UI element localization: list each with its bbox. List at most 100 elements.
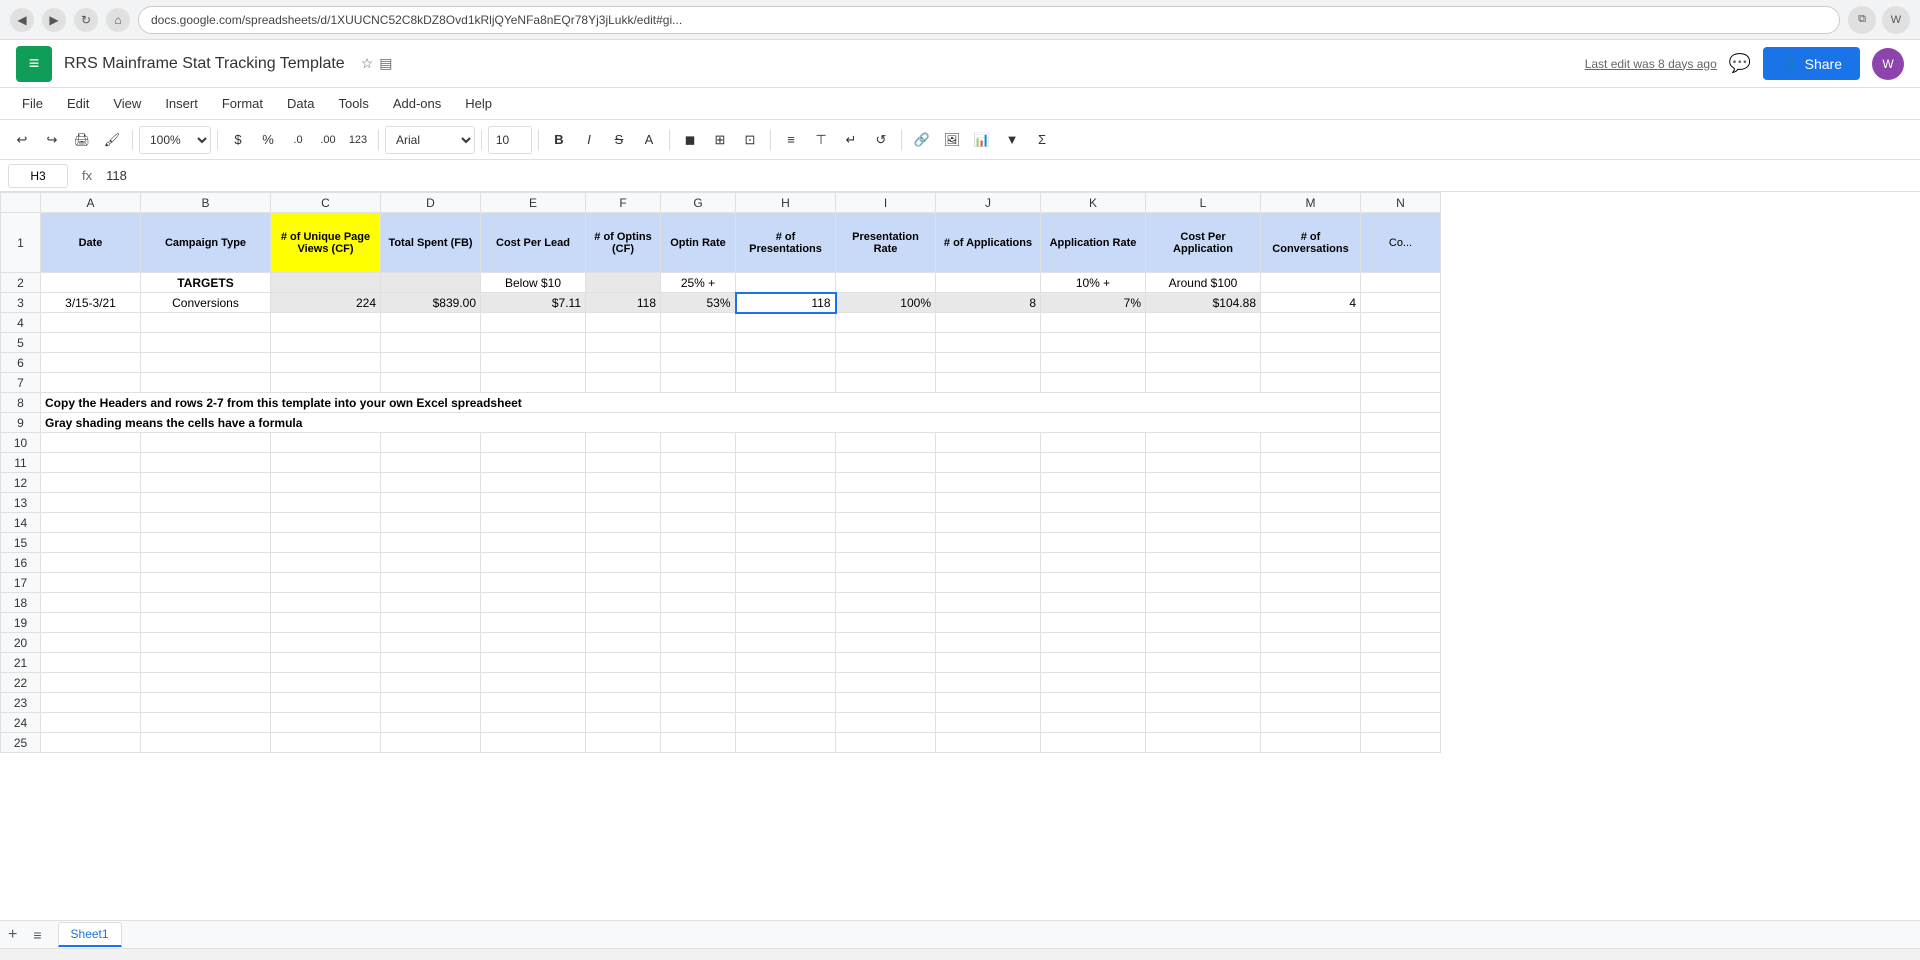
cell-e2[interactable]: Below $10 [481, 273, 586, 293]
fill-color-button[interactable]: ◼ [676, 126, 704, 154]
cell-h3[interactable]: 118 [736, 293, 836, 313]
cell-j3[interactable]: 8 [936, 293, 1041, 313]
cell-n3[interactable] [1361, 293, 1441, 313]
font-select[interactable]: Arial [385, 126, 475, 154]
function-button[interactable]: Σ [1028, 126, 1056, 154]
col-header-d[interactable]: D [381, 193, 481, 213]
paint-format-button[interactable]: 🖌 [98, 126, 126, 154]
cell-d1[interactable]: Total Spent (FB) [381, 213, 481, 273]
formula-input[interactable] [106, 164, 1912, 188]
decimal-inc-button[interactable]: .00 [314, 126, 342, 154]
col-header-h[interactable]: H [736, 193, 836, 213]
spreadsheet-table-wrapper[interactable]: A B C D E F G H I J K L M N [0, 192, 1920, 920]
cell-i3[interactable]: 100% [836, 293, 936, 313]
row-header-8[interactable]: 8 [1, 393, 41, 413]
col-header-i[interactable]: I [836, 193, 936, 213]
chart-button[interactable]: 📊 [968, 126, 996, 154]
currency-button[interactable]: $ [224, 126, 252, 154]
menu-insert[interactable]: Insert [155, 92, 208, 115]
cell-j1[interactable]: # of Applications [936, 213, 1041, 273]
row-header-7[interactable]: 7 [1, 373, 41, 393]
cell-e1[interactable]: Cost Per Lead [481, 213, 586, 273]
menu-format[interactable]: Format [212, 92, 273, 115]
cell-f2[interactable] [586, 273, 661, 293]
row-header-3[interactable]: 3 [1, 293, 41, 313]
cell-n1[interactable]: Co... [1361, 213, 1441, 273]
cell-d3[interactable]: $839.00 [381, 293, 481, 313]
add-sheet-button[interactable]: + [8, 926, 17, 944]
valign-button[interactable]: ⊤ [807, 126, 835, 154]
sheets-menu-button[interactable]: ≡ [33, 927, 41, 943]
filter-button[interactable]: ▼ [998, 126, 1026, 154]
merge-button[interactable]: ⊡ [736, 126, 764, 154]
cell-a3[interactable]: 3/15-3/21 [41, 293, 141, 313]
cell-a1[interactable]: Date [41, 213, 141, 273]
link-button[interactable]: 🔗 [908, 126, 936, 154]
col-header-n[interactable]: N [1361, 193, 1441, 213]
text-color-button[interactable]: A [635, 126, 663, 154]
row-header-2[interactable]: 2 [1, 273, 41, 293]
col-header-a[interactable]: A [41, 193, 141, 213]
col-header-m[interactable]: M [1261, 193, 1361, 213]
wrap-button[interactable]: ↵ [837, 126, 865, 154]
cell-j2[interactable] [936, 273, 1041, 293]
refresh-button[interactable]: ↻ [74, 8, 98, 32]
col-header-l[interactable]: L [1146, 193, 1261, 213]
row-header-5[interactable]: 5 [1, 333, 41, 353]
col-header-g[interactable]: G [661, 193, 736, 213]
cell-l3[interactable]: $104.88 [1146, 293, 1261, 313]
cell-h1[interactable]: # of Presentations [736, 213, 836, 273]
cell-m3[interactable]: 4 [1261, 293, 1361, 313]
cell-reference-input[interactable] [8, 164, 68, 188]
col-header-e[interactable]: E [481, 193, 586, 213]
print-button[interactable]: 🖨 [68, 126, 96, 154]
cell-h2[interactable] [736, 273, 836, 293]
star-icon[interactable]: ☆ [361, 55, 374, 72]
col-header-k[interactable]: K [1041, 193, 1146, 213]
cell-k1[interactable]: Application Rate [1041, 213, 1146, 273]
horizontal-scrollbar[interactable] [0, 948, 1920, 960]
cell-m2[interactable] [1261, 273, 1361, 293]
cell-d2[interactable] [381, 273, 481, 293]
cell-g1[interactable]: Optin Rate [661, 213, 736, 273]
cell-a2[interactable] [41, 273, 141, 293]
cell-e3[interactable]: $7.11 [481, 293, 586, 313]
menu-file[interactable]: File [12, 92, 53, 115]
decimal-dec-button[interactable]: .0 [284, 126, 312, 154]
cell-i2[interactable] [836, 273, 936, 293]
cell-i1[interactable]: Presentation Rate [836, 213, 936, 273]
undo-button[interactable]: ↩ [8, 126, 36, 154]
profile-icon[interactable]: W [1882, 6, 1910, 34]
menu-tools[interactable]: Tools [328, 92, 378, 115]
extensions-icon[interactable]: ⧉ [1848, 6, 1876, 34]
cell-b2[interactable]: TARGETS [141, 273, 271, 293]
percent-button[interactable]: % [254, 126, 282, 154]
cell-c2[interactable] [271, 273, 381, 293]
back-button[interactable]: ◀ [10, 8, 34, 32]
cell-n2[interactable] [1361, 273, 1441, 293]
cell-c1[interactable]: # of Unique Page Views (CF) [271, 213, 381, 273]
row-header-9[interactable]: 9 [1, 413, 41, 433]
col-header-b[interactable]: B [141, 193, 271, 213]
halign-button[interactable]: ≡ [777, 126, 805, 154]
url-bar[interactable]: docs.google.com/spreadsheets/d/1XUUCNC52… [138, 6, 1840, 34]
col-header-f[interactable]: F [586, 193, 661, 213]
redo-button[interactable]: ↪ [38, 126, 66, 154]
cell-k3[interactable]: 7% [1041, 293, 1146, 313]
bold-button[interactable]: B [545, 126, 573, 154]
strikethrough-button[interactable]: S [605, 126, 633, 154]
comment-icon[interactable]: 💬 [1729, 53, 1751, 74]
zoom-select[interactable]: 100% [139, 126, 211, 154]
cell-l1[interactable]: Cost Per Application [1146, 213, 1261, 273]
cell-g3[interactable]: 53% [661, 293, 736, 313]
home-button[interactable]: ⌂ [106, 8, 130, 32]
row-header-1[interactable]: 1 [1, 213, 41, 273]
forward-button[interactable]: ▶ [42, 8, 66, 32]
rotate-button[interactable]: ↺ [867, 126, 895, 154]
menu-view[interactable]: View [103, 92, 151, 115]
cell-b1[interactable]: Campaign Type [141, 213, 271, 273]
cell-f3[interactable]: 118 [586, 293, 661, 313]
row-header-4[interactable]: 4 [1, 313, 41, 333]
cell-c3[interactable]: 224 [271, 293, 381, 313]
col-header-j[interactable]: J [936, 193, 1041, 213]
